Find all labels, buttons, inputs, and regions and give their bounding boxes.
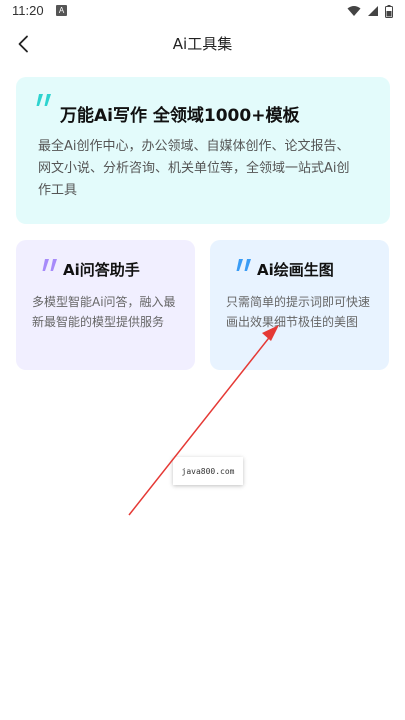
page-title: Ai工具集 <box>172 35 233 53</box>
battery-icon <box>385 4 393 18</box>
status-bar: 11:20 A <box>0 0 405 24</box>
ai-drawing-description: 只需简单的提示词即可快速画出效果细节极佳的美图 <box>226 295 371 329</box>
ai-drawing-card[interactable]: Ai绘画生图 只需简单的提示词即可快速画出效果细节极佳的美图 <box>210 240 389 370</box>
ai-writing-title: 万能Ai写作 全领域1000+模板 <box>60 106 300 126</box>
ai-qa-title: Ai问答助手 <box>63 261 140 279</box>
ai-writing-description: 最全Ai创作中心，办公领域、自媒体创作、论文报告、网文小说、分析咨询、机关单位等… <box>38 139 350 198</box>
quote-mark-icon <box>42 259 57 271</box>
quote-mark-icon <box>236 259 251 271</box>
nav-bar: Ai工具集 <box>0 24 405 64</box>
status-time: 11:20 <box>12 3 44 18</box>
ai-qa-description: 多模型智能Ai问答，融入最新最智能的模型提供服务 <box>32 295 176 329</box>
status-icons <box>347 4 393 18</box>
ai-drawing-title: Ai绘画生图 <box>257 261 334 279</box>
watermark-label: java800.com <box>173 457 243 485</box>
quote-mark-icon <box>36 94 51 106</box>
ai-qa-card[interactable]: Ai问答助手 多模型智能Ai问答，融入最新最智能的模型提供服务 <box>16 240 195 370</box>
notification-a-icon: A <box>56 5 67 16</box>
wifi-icon <box>347 6 361 16</box>
signal-icon <box>368 6 378 16</box>
